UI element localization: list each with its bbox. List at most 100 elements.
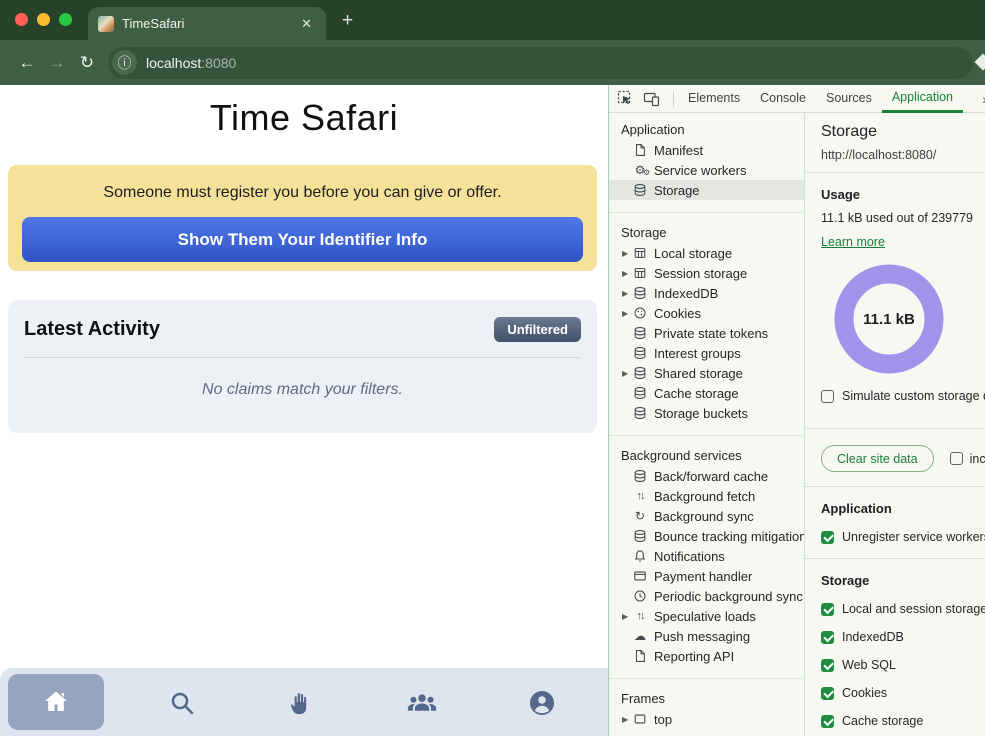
database-icon [633,386,647,400]
tree-item-indexeddb[interactable]: ▶ IndexedDB [609,283,804,303]
tree-item-reporting-api[interactable]: Reporting API [609,646,804,666]
new-tab-button[interactable]: + [336,8,359,34]
tree-label: Notifications [654,549,725,564]
tree-item-local-storage[interactable]: ▶ Local storage [609,243,804,263]
checkbox-checked[interactable] [821,659,834,672]
checkbox-unchecked[interactable] [950,452,963,465]
tree-item-service-workers[interactable]: ⚙⚙ Service workers [609,160,804,180]
document-icon [633,649,647,663]
up-down-arrows-icon: ↑↓ [633,609,647,623]
alert-message: Someone must register you before you can… [8,184,597,202]
tree-item-payment-handler[interactable]: Payment handler [609,566,804,586]
nav-search-button[interactable] [166,688,198,718]
tree-item-periodic-background-sync[interactable]: Periodic background sync [609,586,804,606]
tree-item-background-fetch[interactable]: ↑↓ Background fetch [609,486,804,506]
browser-tab[interactable]: TimeSafari ✕ [88,7,326,40]
database-icon [633,326,647,340]
learn-more-link[interactable]: Learn more [821,235,885,249]
tree-label: Cookies [654,306,701,321]
tree-item-background-sync[interactable]: ↻ Background sync [609,506,804,526]
unfiltered-button[interactable]: Unfiltered [494,317,581,342]
checkbox-checked[interactable] [821,603,834,616]
tree-label: Speculative loads [654,609,756,624]
nav-give-button[interactable] [286,688,318,718]
address-bar[interactable]: ⓘ localhost:8080 [108,47,973,79]
chevron-right-icon[interactable]: ▶ [622,289,633,298]
chevron-right-icon[interactable]: ▶ [622,269,633,278]
nav-profile-button[interactable] [526,688,558,718]
chevron-right-icon[interactable]: ▶ [622,715,633,724]
tree-item-back-forward-cache[interactable]: Back/forward cache [609,466,804,486]
sync-arrows-icon: ↻ [633,509,647,523]
indexeddb-checkbox-row[interactable]: IndexedDB [821,630,985,644]
third-party-cookies-checkbox-row[interactable]: including third-party cookies [950,452,985,466]
tree-item-cookies[interactable]: ▶ Cookies [609,303,804,323]
nav-contacts-button[interactable] [406,688,438,718]
cookies-checkbox-row[interactable]: Cookies [821,686,985,700]
devtools-panel: Elements Console Sources Application » A… [608,85,985,736]
close-window-button[interactable] [15,13,28,26]
chevron-right-icon[interactable]: ▶ [622,309,633,318]
tree-item-cache-storage[interactable]: Cache storage [609,383,804,403]
devtools-toolbar: Elements Console Sources Application » [609,85,985,113]
tree-item-session-storage[interactable]: ▶ Session storage [609,263,804,283]
reload-icon[interactable]: ↻ [72,53,102,73]
database-icon [633,346,647,360]
device-toolbar-icon[interactable] [643,90,660,107]
tree-label: Push messaging [654,629,750,644]
checkbox-checked[interactable] [821,631,834,644]
checkbox-label: Cache storage [842,714,923,728]
tree-label: Background sync [654,509,754,524]
clear-site-data-button[interactable]: Clear site data [821,445,934,472]
tree-item-top-frame[interactable]: ▶ top [609,709,804,729]
tree-item-manifest[interactable]: Manifest [609,140,804,160]
tree-item-bounce-tracking-mitigations[interactable]: Bounce tracking mitigations [609,526,804,546]
minimize-window-button[interactable] [37,13,50,26]
site-info-icon[interactable]: ⓘ [112,50,137,75]
browser-navbar: ← → ↻ ⓘ localhost:8080 [0,40,985,85]
database-icon [633,469,647,483]
tree-item-shared-storage[interactable]: ▶ Shared storage [609,363,804,383]
tab-elements[interactable]: Elements [678,85,750,113]
webpage-viewport: Time Safari Someone must register you be… [0,85,608,736]
checkbox-checked[interactable] [821,715,834,728]
checkbox-unchecked[interactable] [821,390,834,403]
checkbox-checked[interactable] [821,687,834,700]
tree-item-interest-groups[interactable]: Interest groups [609,343,804,363]
divider [609,435,804,436]
database-icon [633,366,647,380]
tree-item-speculative-loads[interactable]: ▶ ↑↓ Speculative loads [609,606,804,626]
local-session-storage-checkbox-row[interactable]: Local and session storage [821,602,985,616]
tree-item-storage-buckets[interactable]: Storage buckets [609,403,804,423]
tab-sources[interactable]: Sources [816,85,882,113]
unregister-service-workers-checkbox-row[interactable]: Unregister service workers [821,530,985,544]
back-icon[interactable]: ← [12,53,42,73]
application-section-heading: Application [805,487,985,516]
storage-section-heading: Storage [805,559,985,588]
tree-item-private-state-tokens[interactable]: Private state tokens [609,323,804,343]
web-sql-checkbox-row[interactable]: Web SQL [821,658,985,672]
clipped-toolbar-icon [975,54,985,71]
chevron-right-icon[interactable]: ▶ [622,369,633,378]
cache-storage-checkbox-row[interactable]: Cache storage [821,714,985,728]
nav-home-button[interactable] [8,674,104,730]
tree-item-notifications[interactable]: Notifications [609,546,804,566]
tab-console[interactable]: Console [750,85,816,113]
inspect-element-icon[interactable] [617,90,634,107]
chevron-right-icon[interactable]: ▶ [622,249,633,258]
tree-item-storage[interactable]: Storage [609,180,804,200]
show-identifier-info-button[interactable]: Show Them Your Identifier Info [22,217,583,262]
divider [805,428,985,429]
tree-label: Storage [654,183,700,198]
forward-icon[interactable]: → [42,53,72,73]
section-application: Application [609,120,804,140]
tab-application[interactable]: Application [882,85,963,113]
tree-item-push-messaging[interactable]: ☁ Push messaging [609,626,804,646]
simulate-quota-checkbox-row[interactable]: Simulate custom storage quota [821,389,985,403]
tab-close-icon[interactable]: ✕ [297,14,316,34]
checkbox-checked[interactable] [821,531,834,544]
clock-icon [633,589,647,603]
chevron-right-icon[interactable]: ▶ [622,612,633,621]
zoom-window-button[interactable] [59,13,72,26]
checkbox-label: Local and session storage [842,602,985,616]
